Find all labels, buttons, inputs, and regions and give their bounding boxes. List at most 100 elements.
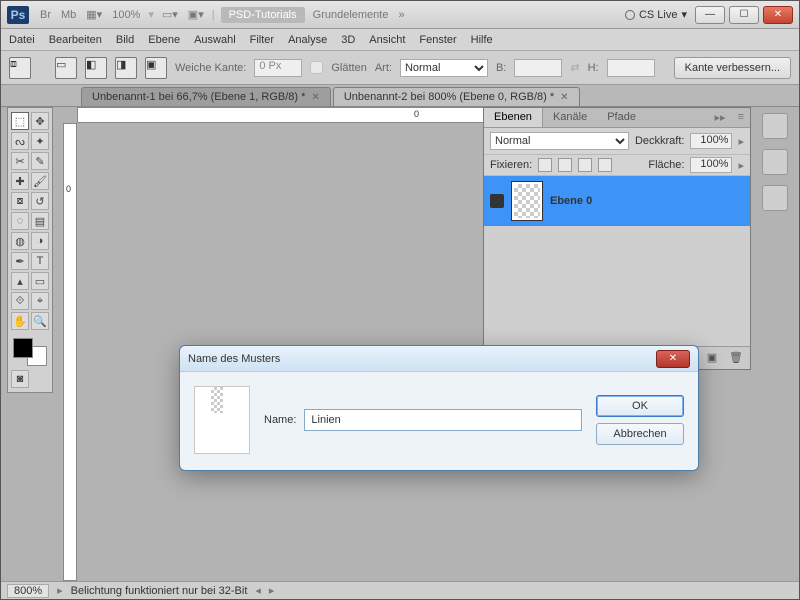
status-bar: 800% ▸ Belichtung funktioniert nur bei 3… bbox=[1, 581, 799, 599]
document-tab[interactable]: Unbenannt-1 bei 66,7% (Ebene 1, RGB/8) *… bbox=[81, 87, 331, 106]
dialog-titlebar[interactable]: Name des Musters ✕ bbox=[180, 346, 698, 372]
tab-ebenen[interactable]: Ebenen bbox=[484, 108, 543, 127]
marquee-int-icon[interactable]: ▣ bbox=[145, 57, 167, 79]
menu-hilfe[interactable]: Hilfe bbox=[471, 34, 493, 46]
zoom-level[interactable]: 100% bbox=[112, 9, 140, 21]
workspace-more[interactable]: » bbox=[398, 9, 404, 21]
lock-trans-icon[interactable] bbox=[538, 158, 552, 172]
separator: ▾ bbox=[148, 8, 154, 21]
marquee-rect-icon[interactable]: ▭ bbox=[55, 57, 77, 79]
swatches-panel-icon[interactable] bbox=[762, 113, 788, 139]
tab-kanaele[interactable]: Kanäle bbox=[543, 108, 597, 127]
maximize-button[interactable]: ☐ bbox=[729, 6, 759, 24]
layer-name[interactable]: Ebene 0 bbox=[550, 195, 592, 207]
workspace-grundelemente[interactable]: Grundelemente bbox=[313, 9, 389, 21]
right-dock bbox=[757, 107, 793, 211]
stamp-tool-icon[interactable]: ⧇ bbox=[11, 192, 29, 210]
menu-bearbeiten[interactable]: Bearbeiten bbox=[49, 34, 102, 46]
tab-pfade[interactable]: Pfade bbox=[597, 108, 646, 127]
eraser-tool-icon[interactable]: ◌ bbox=[11, 212, 29, 230]
minimize-button[interactable]: — bbox=[695, 6, 725, 24]
menu-auswahl[interactable]: Auswahl bbox=[194, 34, 236, 46]
menu-fenster[interactable]: Fenster bbox=[419, 34, 456, 46]
dialog-close-button[interactable]: ✕ bbox=[656, 350, 690, 368]
marquee-sub-icon[interactable]: ◨ bbox=[115, 57, 137, 79]
feather-field[interactable]: 0 Px bbox=[254, 59, 302, 77]
crop-tool-icon[interactable]: ✂ bbox=[11, 152, 29, 170]
minibridge-chip[interactable]: Mb bbox=[61, 9, 76, 21]
marquee-tool-icon[interactable]: ⬚ bbox=[11, 112, 29, 130]
refine-edge-button[interactable]: Kante verbessern... bbox=[674, 57, 791, 79]
screen-mode-icon[interactable]: ▣▾ bbox=[188, 8, 204, 21]
menu-ansicht[interactable]: Ansicht bbox=[369, 34, 405, 46]
gradient-tool-icon[interactable]: ▤ bbox=[31, 212, 49, 230]
document-tab[interactable]: Unbenannt-2 bei 800% (Ebene 0, RGB/8) * … bbox=[333, 87, 580, 106]
lock-pixels-icon[interactable] bbox=[558, 158, 572, 172]
heal-tool-icon[interactable]: ✚ bbox=[11, 172, 29, 190]
toolbox: ⬚ ✥ ᔓ ✦ ✂ ✎ ✚ 🖌 ⧇ ↺ ◌ ▤ ◍ ◑ ✒ T ▴ ▭ ⟐ ⌖ … bbox=[7, 107, 53, 393]
3d-cam-icon[interactable]: ⌖ bbox=[31, 292, 49, 310]
menu-filter[interactable]: Filter bbox=[250, 34, 274, 46]
pattern-name-input[interactable] bbox=[304, 409, 582, 431]
color-panel-icon[interactable] bbox=[762, 149, 788, 175]
quickmask-icon[interactable]: ◙ bbox=[11, 370, 29, 388]
history-brush-icon[interactable]: ↺ bbox=[31, 192, 49, 210]
chevron-right-icon[interactable]: ▸ bbox=[738, 159, 744, 172]
ok-button[interactable]: OK bbox=[596, 395, 684, 417]
chevron-left-icon[interactable]: ◂ bbox=[255, 584, 261, 597]
panel-menu-icon[interactable]: ≡ bbox=[732, 108, 750, 127]
menu-ebene[interactable]: Ebene bbox=[148, 34, 180, 46]
menu-analyse[interactable]: Analyse bbox=[288, 34, 327, 46]
blend-mode-select[interactable]: Normal bbox=[490, 132, 629, 150]
menu-3d[interactable]: 3D bbox=[341, 34, 355, 46]
lasso-tool-icon[interactable]: ᔓ bbox=[11, 132, 29, 150]
lock-pos-icon[interactable] bbox=[578, 158, 592, 172]
eyedropper-tool-icon[interactable]: ✎ bbox=[31, 152, 49, 170]
path-select-icon[interactable]: ▴ bbox=[11, 272, 29, 290]
cs-live[interactable]: CS Live ▾ bbox=[625, 8, 687, 21]
pen-tool-icon[interactable]: ✒ bbox=[11, 252, 29, 270]
fill-field[interactable]: 100% bbox=[690, 157, 732, 173]
marquee-add-icon[interactable]: ◧ bbox=[85, 57, 107, 79]
width-label: B: bbox=[496, 62, 506, 74]
view-extras-icon[interactable]: ▭▾ bbox=[162, 8, 178, 21]
lock-all-icon[interactable] bbox=[598, 158, 612, 172]
color-swatches[interactable] bbox=[11, 336, 49, 368]
style-select[interactable]: Normal bbox=[400, 59, 488, 77]
zoom-tool-icon[interactable]: 🔍 bbox=[31, 312, 49, 330]
blur-tool-icon[interactable]: ◍ bbox=[11, 232, 29, 250]
panel-collapse-icon[interactable]: ▸▸ bbox=[709, 108, 732, 127]
menu-bild[interactable]: Bild bbox=[116, 34, 134, 46]
ruler-vertical[interactable]: 0 bbox=[63, 123, 77, 581]
antialias-checkbox bbox=[310, 61, 323, 74]
chevron-right-icon[interactable]: ▸ bbox=[269, 584, 275, 597]
new-layer-icon[interactable]: ▣ bbox=[704, 351, 720, 365]
fg-color-swatch[interactable] bbox=[13, 338, 33, 358]
shape-tool-icon[interactable]: ▭ bbox=[31, 272, 49, 290]
opacity-field[interactable]: 100% bbox=[690, 133, 732, 149]
layer-row[interactable]: Ebene 0 bbox=[484, 176, 750, 226]
visibility-eye-icon[interactable] bbox=[490, 194, 504, 208]
close-tab-icon[interactable]: ✕ bbox=[311, 92, 319, 103]
wand-tool-icon[interactable]: ✦ bbox=[31, 132, 49, 150]
type-tool-icon[interactable]: T bbox=[31, 252, 49, 270]
dodge-tool-icon[interactable]: ◑ bbox=[31, 232, 49, 250]
3d-tool-icon[interactable]: ⟐ bbox=[11, 292, 29, 310]
move-tool-icon[interactable]: ✥ bbox=[31, 112, 49, 130]
bridge-chip[interactable]: Br bbox=[40, 9, 51, 21]
close-tab-icon[interactable]: ✕ bbox=[560, 92, 568, 103]
workspace-psdtutorials[interactable]: PSD-Tutorials bbox=[221, 7, 305, 23]
status-zoom[interactable]: 800% bbox=[7, 584, 49, 598]
tool-preset-icon[interactable]: ⧈ bbox=[9, 57, 31, 79]
adjustments-panel-icon[interactable] bbox=[762, 185, 788, 211]
doc-arrange-icon[interactable]: ▦▾ bbox=[86, 8, 102, 21]
close-button[interactable]: ✕ bbox=[763, 6, 793, 24]
chevron-right-icon[interactable]: ▸ bbox=[738, 135, 744, 148]
cancel-button[interactable]: Abbrechen bbox=[596, 423, 684, 445]
trash-icon[interactable]: 🗑 bbox=[728, 351, 744, 365]
layer-thumbnail[interactable] bbox=[512, 182, 542, 220]
menu-datei[interactable]: Datei bbox=[9, 34, 35, 46]
hand-tool-icon[interactable]: ✋ bbox=[11, 312, 29, 330]
chevron-right-icon[interactable]: ▸ bbox=[57, 584, 63, 597]
brush-tool-icon[interactable]: 🖌 bbox=[31, 172, 49, 190]
